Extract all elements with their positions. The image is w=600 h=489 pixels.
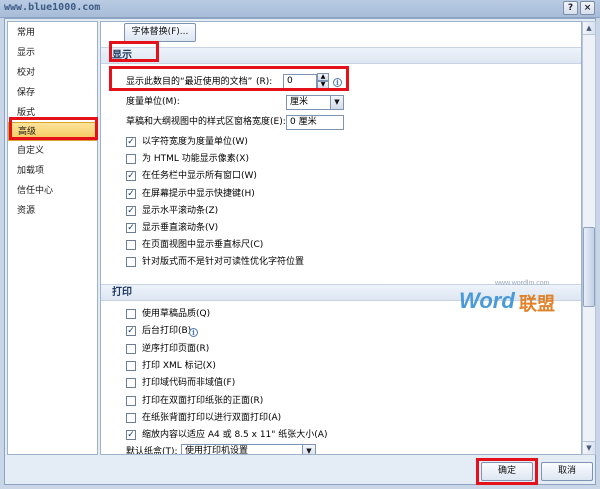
vertical-scrollbar[interactable]: ▲ ▼ — [582, 21, 596, 455]
checkbox-unchecked[interactable] — [126, 412, 136, 423]
logo-url: www.wordlm.com — [495, 280, 550, 287]
option-row[interactable]: 逆序打印页面(R) — [101, 341, 571, 357]
spin-up-icon[interactable]: ▲ — [317, 73, 329, 81]
nav-item-popular[interactable]: 常用 — [8, 24, 97, 43]
option-row[interactable]: ✓ 缩放内容以适应 A4 或 8.5 x 11" 纸张大小(A) — [101, 427, 571, 443]
checkbox-checked[interactable]: ✓ — [126, 188, 136, 199]
checkbox-checked[interactable]: ✓ — [126, 223, 136, 233]
nav-item-addins[interactable]: 加载项 — [8, 162, 97, 181]
units-value: 厘米 — [290, 97, 309, 107]
option-label: 在页面视图中显示垂直标尺(C) — [142, 240, 264, 251]
checkbox-unchecked[interactable] — [126, 378, 136, 389]
option-row[interactable]: 打印 XML 标记(X) — [101, 358, 571, 374]
info-icon: i — [189, 328, 198, 337]
checkbox-checked[interactable]: ✓ — [126, 326, 136, 337]
option-row[interactable]: ✓ 在任务栏中显示所有窗口(W) — [101, 168, 571, 184]
scroll-up-icon[interactable]: ▲ — [583, 22, 595, 35]
checkbox-unchecked[interactable] — [126, 154, 136, 165]
nav-item-trust-center[interactable]: 信任中心 — [8, 182, 97, 201]
nav-item-save[interactable]: 保存 — [8, 84, 97, 103]
option-label: 缩放内容以适应 A4 或 8.5 x 11" 纸张大小(A) — [142, 430, 328, 441]
scroll-down-icon[interactable]: ▼ — [583, 441, 595, 454]
checkbox-checked[interactable]: ✓ — [126, 137, 136, 147]
checkbox-unchecked[interactable] — [126, 360, 136, 371]
close-button[interactable]: × — [580, 1, 595, 15]
option-label: 显示水平滚动条(Z) — [142, 205, 219, 216]
option-label: 逆序打印页面(R) — [142, 343, 210, 354]
option-label: 显示垂直滚动条(V) — [142, 223, 219, 233]
scroll-thumb[interactable] — [583, 227, 595, 307]
checkbox-checked[interactable]: ✓ — [126, 430, 136, 441]
options-dialog: 常用 显示 校对 保存 版式 高级 自定义 加载项 信任中心 资源 字体替换(F… — [4, 18, 596, 485]
checkbox-unchecked[interactable] — [126, 257, 136, 268]
info-icon: i — [333, 78, 342, 87]
font-substitution-button[interactable]: 字体替换(F)... — [124, 23, 196, 42]
option-label: 使用草稿品质(Q) — [142, 309, 211, 319]
tray-select[interactable]: 使用打印机设置 ▼ — [181, 444, 316, 455]
units-select[interactable]: 厘米 ▼ — [286, 95, 344, 110]
option-row[interactable]: 在纸张背面打印以进行双面打印(A) — [101, 410, 571, 426]
style-pane-input[interactable]: 0 厘米 — [286, 115, 344, 130]
option-row[interactable]: ✓ 显示垂直滚动条(V) — [101, 220, 571, 236]
checkbox-checked[interactable]: ✓ — [126, 205, 136, 216]
nav-item-layout[interactable]: 版式 — [8, 104, 97, 123]
title-bar: www.blue1000.com ? × — [0, 0, 600, 18]
help-button[interactable]: ? — [563, 1, 578, 15]
wordlm-logo: www.wordlm.com Word 联盟 — [459, 280, 579, 320]
option-row[interactable]: ✓ 后台打印(B) — [101, 323, 571, 339]
recent-docs-spinner[interactable]: ▲ ▼ — [317, 73, 329, 89]
option-label: 在纸张背面打印以进行双面打印(A) — [142, 412, 282, 423]
option-row[interactable]: 打印在双面打印纸张的正面(R) — [101, 393, 571, 409]
option-label: 在任务栏中显示所有窗口(W) — [142, 171, 257, 182]
nav-item-customize[interactable]: 自定义 — [8, 142, 97, 161]
option-label: 在屏幕提示中显示快捷键(H) — [142, 188, 255, 199]
watermark-url: www.blue1000.com — [4, 2, 101, 13]
checkbox-unchecked[interactable] — [126, 395, 136, 406]
checkbox-unchecked[interactable] — [126, 309, 136, 319]
spin-down-icon[interactable]: ▼ — [317, 81, 329, 89]
option-label: 以字符宽度为度量单位(W) — [142, 137, 248, 147]
option-row[interactable]: 打印域代码而非域值(F) — [101, 375, 571, 391]
checkbox-unchecked[interactable] — [126, 343, 136, 354]
style-pane-label: 草稿和大纲视图中的样式区窗格宽度(E): — [126, 117, 286, 127]
tray-label: 默认纸盒(T): — [126, 447, 178, 455]
nav-item-proofing[interactable]: 校对 — [8, 64, 97, 83]
recent-docs-label: 显示此数目的“最近使用的文档” — [126, 77, 253, 87]
recent-docs-accel: (R): — [256, 77, 273, 87]
logo-word: Word — [459, 288, 515, 313]
option-label: 打印 XML 标记(X) — [142, 360, 216, 371]
option-label: 打印在双面打印纸张的正面(R) — [142, 395, 264, 406]
cancel-button[interactable]: 取消 — [541, 462, 593, 481]
nav-item-resources[interactable]: 资源 — [8, 202, 97, 221]
option-row[interactable]: 为 HTML 功能显示像素(X) — [101, 151, 571, 167]
nav-item-advanced[interactable]: 高级 — [8, 122, 97, 141]
chevron-down-icon[interactable]: ▼ — [302, 445, 315, 454]
option-label: 打印域代码而非域值(F) — [142, 378, 236, 389]
option-row[interactable]: 针对版式而不是针对可读性优化字符位置 — [101, 254, 571, 270]
advanced-options-panel: 字体替换(F)... 显示 显示此数目的“最近使用的文档” (R): 0 ▲ ▼… — [100, 21, 582, 455]
option-row[interactable]: ✓ 显示水平滚动条(Z) — [101, 203, 571, 219]
checkbox-unchecked[interactable] — [126, 240, 136, 251]
tray-value: 使用打印机设置 — [185, 446, 249, 455]
checkbox-checked[interactable]: ✓ — [126, 171, 136, 182]
option-row[interactable]: ✓ 以字符宽度为度量单位(W) — [101, 134, 571, 150]
options-nav: 常用 显示 校对 保存 版式 高级 自定义 加载项 信任中心 资源 — [7, 21, 98, 455]
section-display-heading: 显示 — [101, 47, 581, 64]
option-row[interactable]: ✓ 在屏幕提示中显示快捷键(H) — [101, 186, 571, 202]
option-label: 为 HTML 功能显示像素(X) — [142, 154, 249, 165]
recent-docs-input[interactable]: 0 — [283, 74, 317, 89]
option-label: 针对版式而不是针对可读性优化字符位置 — [142, 257, 305, 268]
nav-item-display[interactable]: 显示 — [8, 44, 97, 63]
logo-cn: 联盟 — [519, 294, 555, 315]
option-label: 后台打印(B) — [142, 326, 192, 337]
units-label: 度量单位(M): — [126, 97, 180, 107]
ok-button[interactable]: 确定 — [481, 462, 533, 481]
chevron-down-icon[interactable]: ▼ — [330, 96, 343, 109]
option-row[interactable]: 在页面视图中显示垂直标尺(C) — [101, 237, 571, 253]
